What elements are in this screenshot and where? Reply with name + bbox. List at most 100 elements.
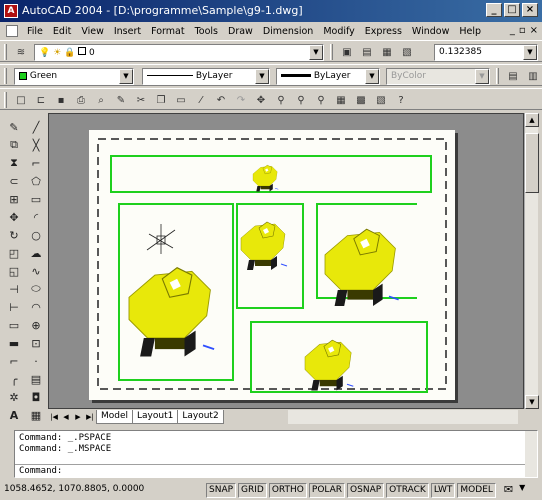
spline-icon[interactable]: ∿ — [26, 262, 46, 280]
chevron-down-icon[interactable]: ▼ — [523, 45, 537, 60]
point-icon[interactable]: · — [26, 352, 46, 370]
vertical-scrollbar[interactable]: ▲ ▼ — [524, 113, 539, 409]
chevron-down-icon[interactable]: ▼ — [119, 69, 133, 84]
scroll-down-icon[interactable]: ▼ — [525, 395, 539, 409]
model-paper-toggle[interactable]: MODEL — [457, 483, 496, 498]
zoom-previous-icon[interactable]: ⚲ — [312, 92, 330, 108]
make-block-icon[interactable]: ⊡ — [26, 334, 46, 352]
pan-icon[interactable]: ✥ — [252, 92, 270, 108]
design-center-icon[interactable]: ▥ — [524, 68, 542, 84]
command-prompt[interactable]: Command: — [19, 466, 62, 476]
coordinate-readout[interactable]: 1058.4652, 1070.8805, 0.0000 — [4, 484, 144, 494]
mirror-icon[interactable]: ⧗ — [4, 154, 24, 172]
make-object-layer-current-icon[interactable]: ▣ — [338, 44, 356, 60]
plotstyle-control-dropdown[interactable]: ByColor ▼ — [386, 68, 490, 85]
plot-preview-icon[interactable]: ⌕ — [92, 92, 110, 108]
scroll-up-icon[interactable]: ▲ — [525, 113, 539, 127]
layer-previous-icon[interactable]: ▤ — [358, 44, 376, 60]
linetype-control-dropdown[interactable]: ByLayer ▼ — [142, 68, 270, 85]
new-file-icon[interactable]: □ — [12, 92, 30, 108]
fillet-icon[interactable]: ╭ — [4, 370, 24, 388]
line-icon[interactable]: ╱ — [26, 118, 46, 136]
doc-restore-icon[interactable]: ▫ — [519, 25, 526, 36]
paste-icon[interactable]: ▭ — [172, 92, 190, 108]
copy-object-icon[interactable]: ⧉ — [4, 136, 24, 154]
command-scrollbar[interactable] — [525, 431, 537, 477]
prev-tab-icon[interactable]: ◀ — [60, 411, 72, 424]
doc-close-icon[interactable]: × — [530, 25, 538, 36]
autocad-app-icon[interactable]: A — [4, 4, 18, 18]
rotate-icon[interactable]: ↻ — [4, 226, 24, 244]
stretch-icon[interactable]: ◱ — [4, 262, 24, 280]
join-icon[interactable]: ▬ — [4, 334, 24, 352]
trim-icon[interactable]: ⊣ — [4, 280, 24, 298]
close-button[interactable]: × — [522, 3, 538, 17]
menu-file[interactable]: File — [22, 26, 48, 37]
menu-express[interactable]: Express — [360, 26, 407, 37]
rectangle-icon[interactable]: ▭ — [26, 190, 46, 208]
paper-sheet[interactable] — [89, 130, 455, 400]
publish-icon[interactable]: ✎ — [112, 92, 130, 108]
menu-modify[interactable]: Modify — [318, 26, 359, 37]
offset-icon[interactable]: ⊂ — [4, 172, 24, 190]
communication-center-icon[interactable]: ✉ — [504, 483, 513, 498]
doc-minimize-icon[interactable]: _ — [510, 25, 515, 36]
insert-block-icon[interactable]: ⊕ — [26, 316, 46, 334]
tab-model[interactable]: Model — [96, 410, 134, 424]
hatch-icon[interactable]: ▤ — [26, 370, 46, 388]
menu-tools[interactable]: Tools — [190, 26, 223, 37]
lwt-toggle[interactable]: LWT — [430, 483, 456, 498]
match-properties-icon[interactable]: ⁄ — [192, 92, 210, 108]
layer-control-dropdown[interactable]: 💡 ☀ 🔒 0 ▼ — [34, 44, 324, 61]
minimize-button[interactable]: _ — [486, 3, 502, 17]
layer-states-icon[interactable]: ▦ — [378, 44, 396, 60]
osnap-toggle[interactable]: OSNAP — [347, 483, 385, 498]
first-tab-icon[interactable]: |◀ — [48, 411, 60, 424]
menu-insert[interactable]: Insert — [109, 26, 146, 37]
grid-toggle[interactable]: GRID — [238, 483, 267, 498]
polygon-icon[interactable]: ⬠ — [26, 172, 46, 190]
color-control-dropdown[interactable]: Green ▼ — [14, 68, 134, 85]
last-tab-icon[interactable]: ▶| — [84, 411, 96, 424]
status-menu-icon[interactable]: ▼ — [519, 483, 525, 498]
chevron-down-icon[interactable]: ▼ — [475, 69, 489, 84]
tab-layout2[interactable]: Layout2 — [177, 410, 224, 424]
menu-view[interactable]: View — [76, 26, 109, 37]
arc-icon[interactable]: ◜ — [26, 208, 46, 226]
layer-walk-icon[interactable]: ▧ — [398, 44, 416, 60]
layer-properties-icon[interactable]: ≋ — [12, 44, 30, 60]
redo-icon[interactable]: ↷ — [232, 92, 250, 108]
snap-toggle[interactable]: SNAP — [206, 483, 237, 498]
otrack-toggle[interactable]: OTRACK — [386, 483, 429, 498]
ellipse-icon[interactable]: ⬭ — [26, 280, 46, 298]
properties-palette-icon[interactable]: ▦ — [332, 92, 350, 108]
table-icon[interactable]: ▦ — [26, 406, 46, 424]
move-icon[interactable]: ✥ — [4, 208, 24, 226]
scale-dropdown[interactable]: 0.132385 ▼ — [434, 44, 538, 61]
properties-icon[interactable]: ▤ — [504, 68, 522, 84]
drawing-area[interactable] — [48, 113, 524, 409]
document-icon[interactable] — [6, 25, 18, 37]
menu-window[interactable]: Window — [407, 26, 454, 37]
scale-icon[interactable]: ◰ — [4, 244, 24, 262]
open-file-icon[interactable]: ⊏ — [32, 92, 50, 108]
cut-icon[interactable]: ✂ — [132, 92, 150, 108]
print-icon[interactable]: ⎙ — [72, 92, 90, 108]
ellipse-arc-icon[interactable]: ◠ — [26, 298, 46, 316]
tool-palettes-icon[interactable]: ▧ — [372, 92, 390, 108]
chevron-down-icon[interactable]: ▼ — [365, 69, 379, 84]
command-window[interactable]: Command: _.PSPACE Command: _.MSPACE Comm… — [14, 430, 538, 478]
maximize-button[interactable]: □ — [504, 3, 520, 17]
ortho-toggle[interactable]: ORTHO — [268, 483, 307, 498]
polyline-icon[interactable]: ⌐ — [26, 154, 46, 172]
revision-cloud-icon[interactable]: ☁ — [26, 244, 46, 262]
extend-icon[interactable]: ⊢ — [4, 298, 24, 316]
menu-edit[interactable]: Edit — [48, 26, 76, 37]
multiline-text-icon[interactable]: A — [4, 406, 24, 424]
polar-toggle[interactable]: POLAR — [308, 483, 346, 498]
chamfer-icon[interactable]: ⌐ — [4, 352, 24, 370]
tab-layout1[interactable]: Layout1 — [132, 410, 179, 424]
menu-draw[interactable]: Draw — [223, 26, 258, 37]
break-icon[interactable]: ▭ — [4, 316, 24, 334]
menu-format[interactable]: Format — [146, 26, 189, 37]
